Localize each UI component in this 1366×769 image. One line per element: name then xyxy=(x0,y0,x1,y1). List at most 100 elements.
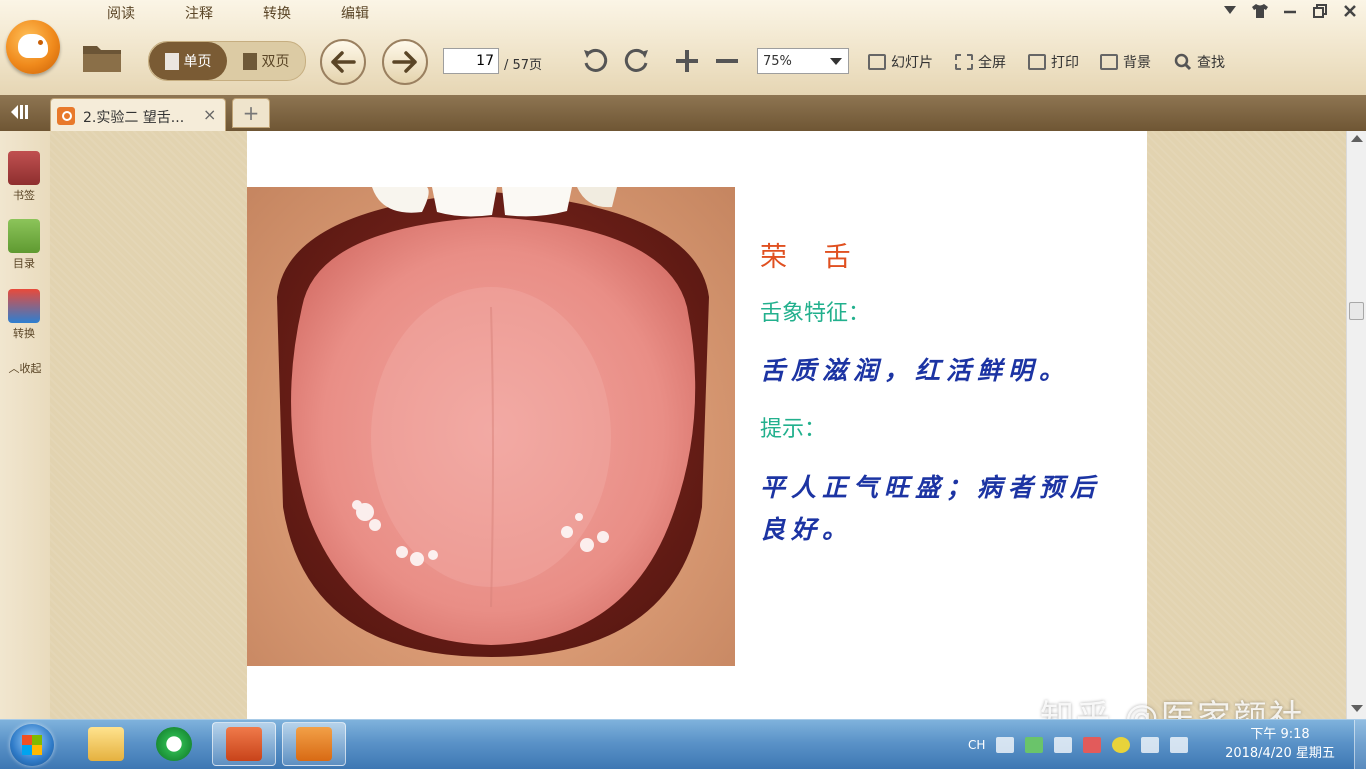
folder-icon xyxy=(83,46,121,72)
tshirt-icon xyxy=(1252,4,1268,18)
security-shield-icon[interactable] xyxy=(1025,736,1044,753)
fullscreen-label: 全屏 xyxy=(978,55,1006,71)
main-toolbar: 阅读 注释 转换 编辑 单页 双页 / 57页 xyxy=(0,0,1366,96)
double-page-button[interactable]: 双页 xyxy=(227,42,305,80)
collapse-left-icon xyxy=(11,105,28,119)
slide-title: 荣 舌 xyxy=(760,242,865,273)
double-page-label: 双页 xyxy=(261,54,290,70)
skin-button[interactable] xyxy=(1250,3,1270,19)
single-page-icon xyxy=(164,52,179,70)
input-language[interactable]: CH xyxy=(968,738,985,752)
close-window-button[interactable] xyxy=(1340,3,1360,19)
document-tab-title: 2.实验二 望舌... xyxy=(83,110,185,126)
reading-area[interactable]: 荣 舌 舌象特征： 舌质滋润，红活鲜明。 提示： 平人正气旺盛；病者预后良好。 xyxy=(50,131,1346,719)
pdf-to-word-icon xyxy=(8,289,40,323)
printer-icon xyxy=(1028,54,1046,70)
rotate-right-icon xyxy=(624,48,648,72)
open-folder-button[interactable] xyxy=(80,40,124,74)
menu-tab-convert[interactable]: 转换 xyxy=(238,0,316,26)
scroll-down-arrow-icon[interactable] xyxy=(1351,705,1363,712)
sidebar-item-bookmarks[interactable]: 书签 xyxy=(4,151,44,203)
taskbar-pdf-reader[interactable] xyxy=(282,722,346,766)
previous-page-button[interactable] xyxy=(320,39,366,85)
app-logo-button[interactable] xyxy=(6,20,60,74)
pdf-app-icon xyxy=(57,107,75,125)
rotate-left-icon xyxy=(584,48,608,72)
rotate-right-button[interactable] xyxy=(622,46,652,76)
taskbar-explorer[interactable] xyxy=(74,722,138,766)
taskbar-powerpoint[interactable] xyxy=(212,722,276,766)
clock-time: 下午 9:18 xyxy=(1250,727,1310,742)
next-page-button[interactable] xyxy=(382,39,428,85)
hint-text: 平人正气旺盛；病者预后良好。 xyxy=(760,473,1102,544)
document-tab-bar: 2.实验二 望舌... × + xyxy=(0,95,1366,131)
sidebar-item-toc[interactable]: 目录 xyxy=(4,219,44,271)
battery-icon[interactable] xyxy=(1054,736,1073,753)
volume-icon[interactable] xyxy=(1141,736,1160,753)
slideshow-button[interactable]: 幻灯片 xyxy=(868,49,933,75)
document-tab[interactable]: 2.实验二 望舌... × xyxy=(50,98,226,131)
single-page-button[interactable]: 单页 xyxy=(149,42,227,80)
vertical-scrollbar[interactable] xyxy=(1346,131,1366,719)
find-button[interactable]: 查找 xyxy=(1174,49,1225,75)
menu-tabs: 阅读 注释 转换 编辑 xyxy=(82,0,394,26)
new-tab-button[interactable]: + xyxy=(232,98,270,128)
keyboard-icon[interactable] xyxy=(996,736,1015,753)
zoom-out-button[interactable] xyxy=(712,46,742,76)
print-label: 打印 xyxy=(1051,55,1079,71)
page-number-input[interactable] xyxy=(443,48,499,74)
restore-icon xyxy=(1313,4,1327,18)
background-label: 背景 xyxy=(1123,55,1151,71)
document-page: 荣 舌 舌象特征： 舌质滋润，红活鲜明。 提示： 平人正气旺盛；病者预后良好。 xyxy=(247,131,1147,719)
zoom-in-button[interactable] xyxy=(672,46,702,76)
pdf-icon xyxy=(296,727,332,761)
sidebar-item-label: 书签 xyxy=(13,189,35,202)
feature-text: 舌质滋润，红活鲜明。 xyxy=(760,356,1071,385)
update-plus-icon[interactable] xyxy=(1112,736,1131,753)
start-button[interactable] xyxy=(10,724,54,766)
menu-tab-edit[interactable]: 编辑 xyxy=(316,0,394,26)
network-error-icon[interactable] xyxy=(1083,736,1102,753)
close-tab-button[interactable]: × xyxy=(203,105,216,124)
sidebar-collapse-button[interactable]: ︿收起 xyxy=(2,360,48,376)
sidebar-item-convert[interactable]: 转换 xyxy=(4,289,44,341)
sidebar-item-label: 转换 xyxy=(13,327,35,340)
clock[interactable]: 下午 9:18 2018/4/20 星期五 xyxy=(1218,725,1342,763)
windows-taskbar: CH 下午 9:18 2018/4/20 星期五 xyxy=(0,719,1366,769)
system-tray: CH xyxy=(968,720,1189,769)
background-button[interactable]: 背景 xyxy=(1100,49,1151,75)
toggle-sidebar-button[interactable] xyxy=(8,103,32,123)
plus-icon xyxy=(676,50,698,72)
print-button[interactable]: 打印 xyxy=(1028,49,1079,75)
tongue-illustration xyxy=(277,187,709,657)
minimize-icon xyxy=(1284,10,1296,14)
windows-logo-icon xyxy=(22,735,42,755)
show-desktop-button[interactable] xyxy=(1354,720,1366,769)
slideshow-icon xyxy=(868,54,886,70)
scroll-up-arrow-icon[interactable] xyxy=(1351,135,1363,142)
dropdown-menu-button[interactable] xyxy=(1220,3,1240,19)
restore-button[interactable] xyxy=(1310,3,1330,19)
zoom-select[interactable]: 75% xyxy=(757,48,849,74)
chevron-down-icon xyxy=(830,58,842,65)
find-label: 查找 xyxy=(1197,55,1225,71)
window-controls xyxy=(1220,3,1360,19)
signal-icon[interactable] xyxy=(1170,736,1189,753)
arrow-left-icon xyxy=(331,51,356,73)
rotate-left-button[interactable] xyxy=(580,46,610,76)
scrollbar-thumb[interactable] xyxy=(1349,302,1364,320)
menu-tab-read[interactable]: 阅读 xyxy=(82,0,160,26)
bookmark-icon xyxy=(8,151,40,185)
menu-tab-annotate[interactable]: 注释 xyxy=(160,0,238,26)
clock-date: 2018/4/20 星期五 xyxy=(1225,746,1335,761)
arrow-right-icon xyxy=(392,51,417,73)
hint-label: 提示： xyxy=(760,417,827,442)
close-icon xyxy=(1344,5,1356,17)
slideshow-label: 幻灯片 xyxy=(891,55,933,71)
elephant-icon xyxy=(18,34,48,58)
page-mode-toggle: 单页 双页 xyxy=(148,41,306,81)
taskbar-browser[interactable] xyxy=(142,722,206,766)
minimize-button[interactable] xyxy=(1280,3,1300,19)
triangle-down-icon xyxy=(1224,6,1236,14)
fullscreen-button[interactable]: 全屏 xyxy=(955,49,1006,75)
